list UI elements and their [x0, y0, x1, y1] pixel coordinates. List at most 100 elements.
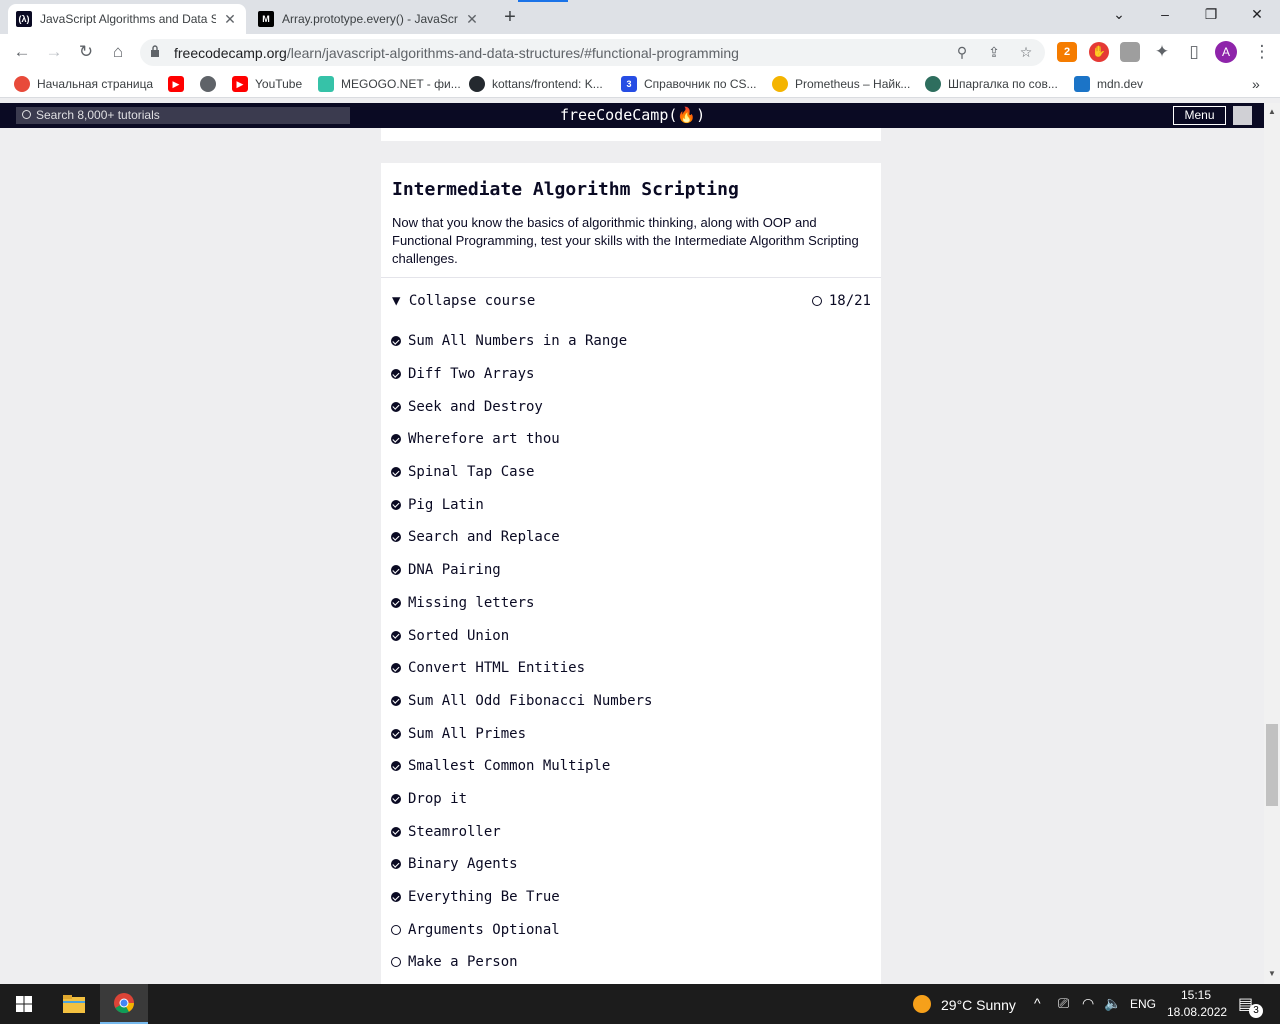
challenge-list: Sum All Numbers in a Range Diff Two Array… — [391, 325, 871, 979]
challenge-item[interactable]: Make a Person — [391, 946, 871, 979]
back-icon[interactable]: ← — [10, 40, 34, 64]
clock-time[interactable]: 15:15 — [1181, 988, 1211, 1002]
forward-icon[interactable]: → — [42, 40, 66, 64]
progress-circle-icon — [811, 296, 822, 306]
bookmark-css-reference[interactable]: 3 Справочник по CS... — [621, 76, 757, 92]
fcc-logo[interactable]: freeCodeCamp(🔥) — [560, 106, 705, 124]
address-bar[interactable]: freecodecamp.org/learn/javascript-algori… — [140, 39, 1045, 66]
side-panel-icon[interactable]: ▯ — [1182, 40, 1206, 64]
network-icon[interactable]: ◠ — [1082, 995, 1094, 1012]
challenge-name: Smallest Common Multiple — [408, 758, 611, 775]
challenge-item[interactable]: Sum All Numbers in a Range — [391, 325, 871, 358]
previous-card-bottom — [381, 128, 881, 141]
home-icon[interactable]: ⌂ — [106, 40, 130, 64]
zoom-icon[interactable]: ⚲ — [951, 41, 973, 63]
windows-start-icon[interactable] — [0, 984, 48, 1024]
volume-icon[interactable]: 🔈 — [1104, 995, 1121, 1012]
fcc-search-input[interactable]: Search 8,000+ tutorials — [16, 107, 350, 124]
completed-check-icon — [391, 401, 401, 412]
challenge-item[interactable]: Smallest Common Multiple — [391, 750, 871, 783]
reload-icon[interactable]: ↻ — [74, 40, 98, 64]
challenge-item[interactable]: Steamroller — [391, 815, 871, 848]
weather-sun-icon[interactable] — [912, 984, 932, 1024]
weather-text[interactable]: 29°C Sunny — [941, 997, 1016, 1013]
tab-fcc[interactable]: (λ) JavaScript Algorithms and Data S ✕ — [8, 4, 246, 34]
challenge-item[interactable]: Sum All Odd Fibonacci Numbers — [391, 685, 871, 718]
profile-avatar[interactable]: A — [1215, 41, 1237, 63]
challenge-item[interactable]: Arguments Optional — [391, 913, 871, 946]
challenge-item[interactable]: Spinal Tap Case — [391, 456, 871, 489]
file-explorer-icon[interactable] — [52, 984, 96, 1024]
challenge-item[interactable]: DNA Pairing — [391, 554, 871, 587]
completed-check-icon — [391, 630, 401, 641]
clock-date[interactable]: 18.08.2022 — [1167, 1005, 1227, 1019]
meet-now-icon[interactable]: ⎚ — [1058, 995, 1069, 1012]
scroll-down-icon[interactable]: ▼ — [1268, 969, 1276, 978]
minimize-icon[interactable]: – — [1153, 6, 1177, 26]
challenge-item[interactable]: Drop it — [391, 783, 871, 816]
bookmark-home[interactable]: Начальная страница — [14, 76, 153, 92]
challenge-name: Seek and Destroy — [408, 398, 543, 415]
challenge-name: Convert HTML Entities — [408, 660, 586, 677]
challenge-item[interactable]: Pig Latin — [391, 488, 871, 521]
challenge-name: Arguments Optional — [408, 921, 560, 938]
completed-check-icon — [391, 793, 401, 804]
challenge-item[interactable]: Wherefore art thou — [391, 423, 871, 456]
page-scrollbar[interactable]: ▲ ▼ — [1264, 103, 1280, 984]
scrollbar-thumb[interactable] — [1266, 724, 1278, 806]
adblock-extension-icon[interactable]: ✋ — [1089, 42, 1109, 62]
youtube-icon: ▶ — [232, 76, 248, 92]
bookmark-megogo[interactable]: MEGOGO.NET - фи... — [318, 76, 461, 92]
completed-check-icon — [391, 467, 401, 478]
challenge-name: Binary Agents — [408, 856, 518, 873]
challenge-name: Wherefore art thou — [408, 431, 560, 448]
extension-badge-icon[interactable]: 2 — [1057, 42, 1077, 62]
challenge-item[interactable]: Binary Agents — [391, 848, 871, 881]
challenge-item[interactable]: Everything Be True — [391, 881, 871, 914]
show-hidden-icons-icon[interactable]: ^ — [1034, 995, 1041, 1011]
more-bookmarks-icon[interactable]: » — [1252, 76, 1260, 92]
language-indicator[interactable]: ENG — [1130, 997, 1156, 1011]
challenge-item[interactable]: Seek and Destroy — [391, 390, 871, 423]
bookmark-mdn[interactable]: mdn.dev — [1074, 76, 1143, 92]
new-tab-button[interactable]: + — [498, 6, 522, 30]
bookmark-kottans[interactable]: kottans/frontend: K... — [469, 76, 603, 92]
challenge-item[interactable]: Search and Replace — [391, 521, 871, 554]
tab-mdn[interactable]: M Array.prototype.every() - JavaScri ✕ — [250, 4, 488, 34]
tab-search-icon[interactable]: ⌄ — [1107, 6, 1131, 26]
collapse-course-button[interactable]: ▼ Collapse course — [392, 293, 535, 309]
bookmark-globe[interactable] — [200, 76, 223, 92]
bookmark-youtube-icon-only[interactable]: ▶ — [168, 76, 191, 92]
url-text: freecodecamp.org/learn/javascript-algori… — [174, 45, 739, 61]
bookmark-youtube[interactable]: ▶ YouTube — [232, 76, 302, 92]
scroll-up-icon[interactable]: ▲ — [1268, 107, 1276, 116]
chrome-taskbar-icon[interactable] — [100, 984, 148, 1024]
challenge-item[interactable]: Diff Two Arrays — [391, 358, 871, 391]
completed-check-icon — [391, 859, 401, 870]
close-tab-icon[interactable]: ✕ — [464, 11, 480, 28]
restore-icon[interactable]: ❐ — [1199, 6, 1223, 26]
challenge-name: Sum All Odd Fibonacci Numbers — [408, 692, 653, 709]
share-icon[interactable]: ⇪ — [983, 41, 1005, 63]
user-avatar[interactable] — [1233, 106, 1252, 125]
completed-check-icon — [391, 434, 401, 445]
menu-button[interactable]: Menu — [1173, 106, 1226, 125]
challenge-name: Sum All Primes — [408, 725, 527, 742]
bookmarks-bar: Начальная страница ▶ ▶ YouTube MEGOGO.NET… — [0, 70, 1280, 98]
close-window-icon[interactable]: ✕ — [1245, 6, 1269, 26]
completed-check-icon — [391, 369, 401, 380]
close-tab-icon[interactable]: ✕ — [222, 11, 238, 28]
challenge-item[interactable]: Missing letters — [391, 587, 871, 620]
bookmark-cheatsheet[interactable]: Шпаргалка по сов... — [925, 76, 1058, 92]
extensions-puzzle-icon[interactable]: ✦ — [1150, 40, 1174, 64]
browser-menu-icon[interactable]: ⋮ — [1250, 40, 1274, 64]
completed-check-icon — [391, 565, 401, 576]
challenge-item[interactable]: Convert HTML Entities — [391, 652, 871, 685]
challenge-item[interactable]: Sum All Primes — [391, 717, 871, 750]
challenge-item[interactable]: Sorted Union — [391, 619, 871, 652]
extension-icon[interactable] — [1120, 42, 1140, 62]
youtube-icon: ▶ — [168, 76, 184, 92]
bookmark-prometheus[interactable]: Prometheus – Найк... — [772, 76, 910, 92]
bookmark-star-icon[interactable]: ☆ — [1015, 41, 1037, 63]
page-content: Intermediate Algorithm Scripting Now tha… — [0, 128, 1264, 984]
